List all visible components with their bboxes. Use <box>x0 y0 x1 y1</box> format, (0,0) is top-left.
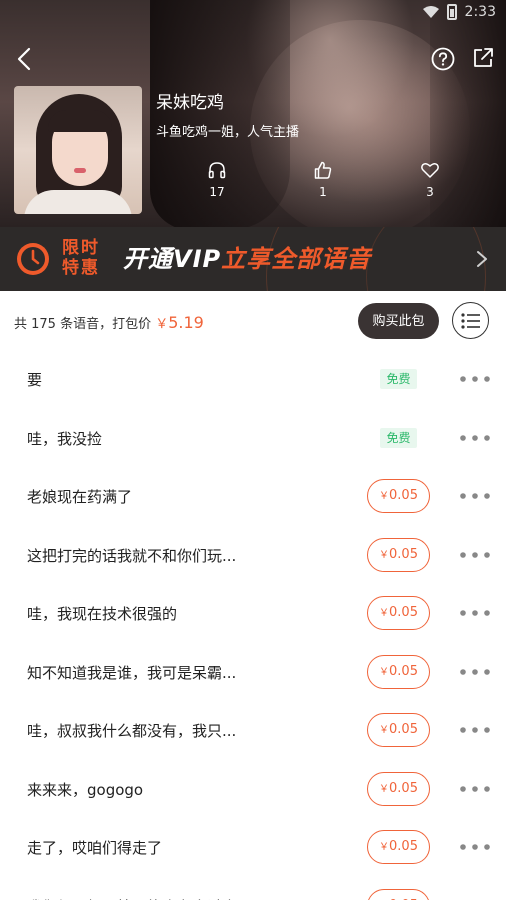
more-icon[interactable] <box>459 551 491 559</box>
voice-item[interactable]: 哇，我现在技术很强的 ￥0.05 <box>0 584 506 643</box>
voice-title: 哇，我没捡 <box>27 429 103 448</box>
voice-title: 要 <box>27 371 43 389</box>
streamer-avatar <box>14 86 142 214</box>
voice-item[interactable]: 这把打完的话我就不和你们玩... ￥0.05 <box>0 526 506 585</box>
status-bar: 2:33 <box>422 4 496 20</box>
more-icon[interactable] <box>459 609 491 617</box>
voice-item[interactable]: 知不知道我是谁，我可是呆霸... ￥0.05 <box>0 643 506 702</box>
like-button[interactable]: 1 <box>303 160 343 199</box>
pack-info: 共 175 条语音，打包价 ￥5.19 <box>14 313 204 332</box>
voice-list: 要免费 哇，我没捡 免费 老娘现在药满了 ￥0.05 这把打完的话我就不和你们玩... ￥0… <box>0 350 506 900</box>
voice-item[interactable]: 哇，我没捡 免费 <box>0 409 506 468</box>
buy-voice-button[interactable]: ￥0.05 <box>367 771 430 806</box>
voice-item[interactable]: 我们得再打一枪可能会有人过来 ￥0.05 <box>0 877 506 900</box>
heart-icon <box>421 163 439 178</box>
status-time: 2:33 <box>464 4 496 20</box>
vip-tag: 限时 特惠 <box>62 238 100 278</box>
buy-voice-button[interactable]: ￥0.05 <box>367 830 430 864</box>
voice-item[interactable]: 走了，哎咱们得走了 ￥0.05 <box>0 818 506 877</box>
voice-item[interactable]: 老娘现在药满了 ￥0.05 <box>0 467 506 526</box>
more-icon[interactable] <box>459 668 491 676</box>
buy-voice-button[interactable]: ￥0.05 <box>367 888 430 900</box>
listen-count[interactable]: 17 <box>197 160 237 199</box>
favorite-button[interactable]: 3 <box>410 160 450 199</box>
more-icon[interactable] <box>459 785 491 793</box>
battery-icon <box>446 4 457 20</box>
pack-price: ￥5.19 <box>155 313 204 332</box>
voice-title: 我们得再打一枪可能会有人过来 <box>27 896 237 900</box>
more-icon[interactable] <box>459 492 491 500</box>
free-badge: 免费 <box>380 369 417 389</box>
streamer-header: 2:33 呆妹吃鸡 斗鱼吃鸡一姐，人气主播 17 1 3 <box>0 0 506 227</box>
list-icon <box>461 313 480 329</box>
playlist-button[interactable] <box>452 302 489 339</box>
voice-title: 老娘现在药满了 <box>27 488 133 506</box>
voice-title: 来来来，gogogo <box>27 780 144 799</box>
share-icon[interactable] <box>472 47 494 69</box>
more-icon[interactable] <box>459 843 491 851</box>
voice-title: 走了，哎咱们得走了 <box>27 839 163 857</box>
clock-icon <box>17 243 49 275</box>
buy-voice-button[interactable]: ￥0.05 <box>367 537 430 572</box>
buy-pack-button[interactable]: 购买此包 <box>358 303 439 339</box>
listen-count-value: 17 <box>209 185 225 199</box>
vip-slogan: 开通VIP立享全部语音 <box>123 245 372 273</box>
favorite-count-value: 3 <box>426 185 434 199</box>
voice-title: 知不知道我是谁，我可是呆霸... <box>27 663 237 682</box>
voice-item[interactable]: 来来来，gogogo ￥0.05 <box>0 760 506 819</box>
free-badge: 免费 <box>380 427 417 448</box>
voice-title: 这把打完的话我就不和你们玩... <box>27 546 237 565</box>
buy-voice-button[interactable]: ￥0.05 <box>367 479 430 513</box>
voice-title: 哇，叔叔我什么都没有，我只... <box>27 722 237 740</box>
thumb-up-icon <box>314 161 332 179</box>
streamer-description: 斗鱼吃鸡一姐，人气主播 <box>156 125 300 140</box>
voice-item[interactable]: 哇，叔叔我什么都没有，我只... ￥0.05 <box>0 701 506 760</box>
back-icon[interactable] <box>12 46 38 72</box>
vip-promo-banner[interactable]: 限时 特惠 开通VIP立享全部语音 <box>0 227 506 291</box>
chevron-right-icon <box>477 251 487 267</box>
buy-voice-button[interactable]: ￥0.05 <box>367 654 430 689</box>
voice-title: 哇，我现在技术很强的 <box>27 605 178 623</box>
pack-purchase-bar: 共 175 条语音，打包价 ￥5.19 购买此包 <box>0 291 506 351</box>
voice-item[interactable]: 要 免费 <box>0 350 506 409</box>
more-icon[interactable] <box>459 375 491 383</box>
like-count-value: 1 <box>319 185 327 199</box>
more-icon[interactable] <box>459 726 491 734</box>
streamer-name: 呆妹吃鸡 <box>156 93 224 113</box>
buy-voice-button[interactable]: ￥0.05 <box>367 596 430 630</box>
headphones-icon <box>208 162 226 179</box>
help-icon[interactable] <box>431 47 455 71</box>
more-icon[interactable] <box>459 434 491 442</box>
wifi-icon <box>422 6 439 18</box>
buy-voice-button[interactable]: ￥0.05 <box>367 713 430 747</box>
